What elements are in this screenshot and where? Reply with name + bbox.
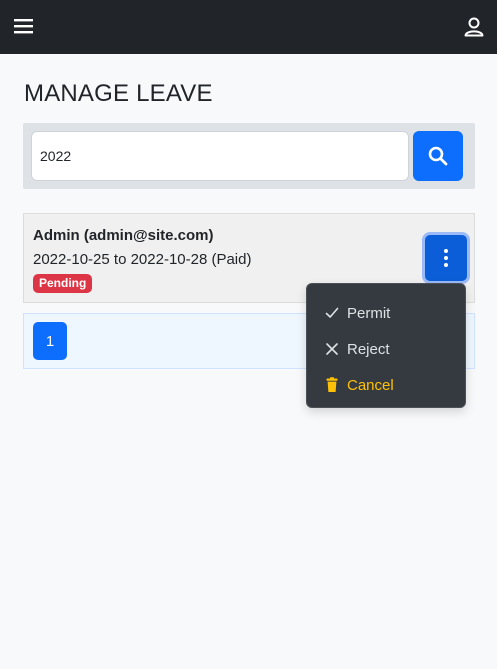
page-title: MANAGE LEAVE: [24, 80, 213, 107]
trash-icon: [324, 377, 340, 393]
permit-menu-item[interactable]: Permit: [307, 296, 465, 330]
leave-date-range: 2022-10-25 to 2022-10-28 (Paid): [33, 251, 252, 268]
leave-requester-name: Admin (admin@site.com): [33, 227, 214, 244]
search-button[interactable]: [413, 131, 463, 181]
search-icon: [428, 146, 448, 166]
user-icon: [464, 17, 484, 37]
permit-label: Permit: [347, 304, 391, 322]
menu-button[interactable]: [12, 14, 38, 40]
user-menu-button[interactable]: [461, 14, 487, 40]
cancel-label: Cancel: [347, 376, 394, 394]
kebab-vertical-icon: [444, 249, 448, 267]
search-panel: [23, 123, 475, 189]
top-navbar: [0, 0, 497, 54]
leave-actions-button[interactable]: [425, 235, 467, 281]
reject-menu-item[interactable]: Reject: [307, 332, 465, 366]
page-link-1[interactable]: 1: [33, 322, 67, 360]
cancel-menu-item[interactable]: Cancel: [307, 368, 465, 402]
leave-actions-menu: Permit Reject Cancel: [306, 283, 466, 408]
reject-label: Reject: [347, 340, 390, 358]
search-input[interactable]: [31, 131, 409, 181]
status-badge: Pending: [33, 274, 93, 293]
hamburger-icon: [14, 19, 33, 34]
check-icon: [324, 305, 340, 321]
x-icon: [324, 341, 340, 357]
